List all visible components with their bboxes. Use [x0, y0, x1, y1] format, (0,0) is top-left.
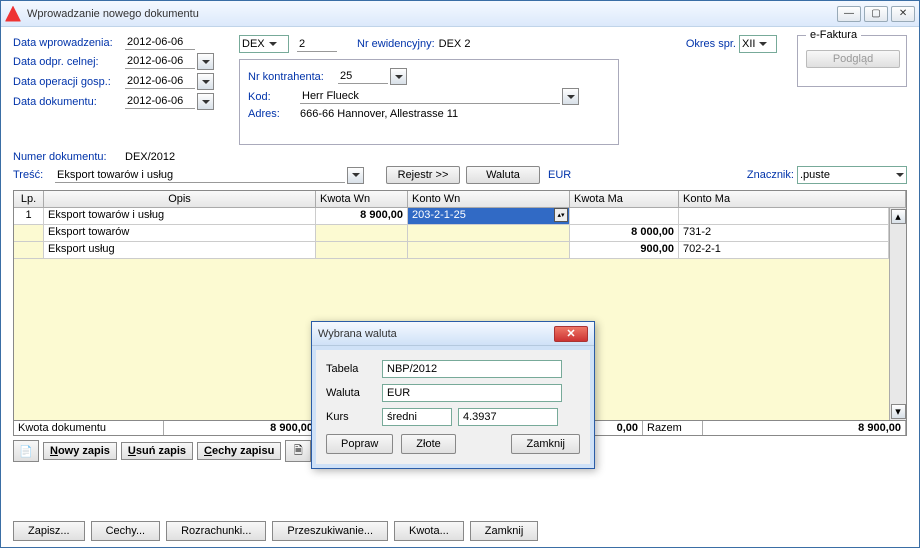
input-kurs-type[interactable]: średni — [382, 408, 452, 426]
btn-przeszukiwanie[interactable]: Przeszukiwanie... — [272, 521, 388, 541]
label-tabela: Tabela — [326, 363, 382, 375]
maximize-button[interactable]: ▢ — [864, 6, 888, 22]
value-kwota-dok: 8 900,00 — [164, 421, 318, 435]
value-numer-dok: DEX/2012 — [125, 151, 175, 163]
th-konto-ma: Konto Ma — [679, 191, 906, 207]
btn-cechy[interactable]: Cechy... — [91, 521, 161, 541]
btn-zamknij[interactable]: Zamknij — [470, 521, 539, 541]
btn-folder-icon[interactable]: 📄 — [13, 440, 39, 462]
input-tresc[interactable]: Eksport towarów i usług — [55, 168, 345, 183]
spinner-icon[interactable]: ▴▾ — [554, 208, 568, 222]
label-data-odpr: Data odpr. celnej: — [13, 56, 125, 68]
label-znacznik: Znacznik: — [747, 169, 794, 181]
table-row[interactable]: Eksport towarów 8 000,00 731-2 — [14, 225, 889, 242]
window-title: Wprowadzanie nowego dokumentu — [27, 8, 837, 20]
dropdown-data-odpr[interactable] — [197, 53, 214, 70]
btn-kwota[interactable]: Kwota... — [394, 521, 464, 541]
scrollbar[interactable]: ▴ ▾ — [889, 208, 906, 420]
btn-zapisz[interactable]: Zapisz... — [13, 521, 85, 541]
label-data-oper: Data operacji gosp.: — [13, 76, 125, 88]
btn-nowy-zapis[interactable]: Nowy zapis — [43, 442, 117, 460]
btn-zlote[interactable]: Złote — [401, 434, 455, 454]
btn-podglad[interactable]: Podgląd — [806, 50, 900, 68]
value-data-odpr[interactable]: 2012-06-06 — [125, 54, 195, 69]
label-kurs: Kurs — [326, 411, 382, 423]
label-kwota-dok: Kwota dokumentu — [14, 421, 164, 435]
label-tresc: Treść: — [13, 169, 55, 181]
input-waluta[interactable]: EUR — [382, 384, 562, 402]
scroll-up-icon[interactable]: ▴ — [891, 209, 906, 224]
select-znacznik[interactable]: .puste — [797, 166, 907, 184]
btn-doc-icon[interactable]: 🗎 — [285, 440, 311, 462]
popup-waluta: Wybrana waluta ✕ TabelaNBP/2012 WalutaEU… — [311, 321, 595, 469]
value-data-dok[interactable]: 2012-06-06 — [125, 94, 195, 109]
th-kma: Kwota Ma — [570, 191, 679, 207]
dropdown-data-oper[interactable] — [197, 73, 214, 90]
legend-efaktura: e-Faktura — [806, 29, 861, 41]
group-efaktura: e-Faktura Podgląd — [797, 35, 907, 87]
popup-title: Wybrana waluta — [318, 328, 554, 340]
th-opis: Opis — [44, 191, 316, 207]
dropdown-data-dok[interactable] — [197, 93, 214, 110]
content: Data wprowadzenia:2012-06-06 Data odpr. … — [1, 27, 919, 547]
cell-selected[interactable]: 203-2-1-25▴▾ — [408, 208, 570, 224]
label-data-dok: Data dokumentu: — [13, 96, 125, 108]
popup-titlebar: Wybrana waluta ✕ — [312, 322, 594, 346]
dropdown-tresc[interactable] — [347, 167, 364, 184]
label-okres: Okres spr. — [686, 38, 736, 50]
minimize-button[interactable]: — — [837, 6, 861, 22]
btn-usun-zapis[interactable]: Usuń zapis — [121, 442, 193, 460]
input-kod[interactable]: Herr Flueck — [300, 89, 560, 104]
table-row[interactable]: 1 Eksport towarów i usług 8 900,00 203-2… — [14, 208, 889, 225]
popup-close-button[interactable]: ✕ — [554, 326, 588, 342]
input-doc-seq[interactable]: 2 — [297, 37, 337, 52]
label-waluta: Waluta — [326, 387, 382, 399]
select-okres[interactable]: XII — [739, 35, 777, 53]
input-nr-kontr[interactable]: 25 — [338, 69, 388, 84]
th-lp: Lp. — [14, 191, 44, 207]
label-nr-ewid: Nr ewidencyjny: — [357, 38, 435, 50]
label-kod: Kod: — [248, 91, 300, 103]
btn-popraw[interactable]: Popraw — [326, 434, 393, 454]
table-header: Lp. Opis Kwota Wn Konto Wn Kwota Ma Kont… — [14, 191, 906, 208]
close-button[interactable]: ✕ — [891, 6, 915, 22]
label-adres: Adres: — [248, 108, 300, 120]
group-kontrahent: Nr kontrahenta:25 Kod:Herr Flueck Adres:… — [239, 59, 619, 145]
value-data-wprow[interactable]: 2012-06-06 — [125, 35, 195, 50]
btn-rozrachunki[interactable]: Rozrachunki... — [166, 521, 266, 541]
th-kwn: Kwota Wn — [316, 191, 408, 207]
window: Wprowadzanie nowego dokumentu — ▢ ✕ Data… — [0, 0, 920, 548]
value-adres: 666-66 Hannover, Allestrasse 11 — [300, 108, 458, 120]
label-data-wprow: Data wprowadzenia: — [13, 37, 125, 49]
label-razem: Razem — [643, 421, 703, 435]
value-data-oper[interactable]: 2012-06-06 — [125, 74, 195, 89]
btn-waluta[interactable]: Waluta — [466, 166, 540, 184]
dropdown-kod[interactable] — [562, 88, 579, 105]
value-razem: 8 900,00 — [703, 421, 906, 435]
dropdown-nr-kontr[interactable] — [390, 68, 407, 85]
th-konto-wn: Konto Wn — [408, 191, 570, 207]
select-doc-type[interactable]: DEX — [239, 35, 289, 53]
btn-cechy-zapisu[interactable]: Cechy zapisu — [197, 442, 281, 460]
value-nr-ewid: DEX 2 — [439, 38, 471, 50]
scroll-down-icon[interactable]: ▾ — [891, 404, 906, 419]
bottom-buttons: Zapisz... Cechy... Rozrachunki... Przesz… — [13, 521, 538, 541]
titlebar: Wprowadzanie nowego dokumentu — ▢ ✕ — [1, 1, 919, 27]
value-wal-code: EUR — [548, 169, 571, 181]
btn-popup-zamknij[interactable]: Zamknij — [511, 434, 580, 454]
app-icon — [5, 6, 21, 22]
label-nr-kontr: Nr kontrahenta: — [248, 71, 338, 83]
btn-rejestr[interactable]: Rejestr >> — [386, 166, 460, 184]
input-kurs-val[interactable]: 4.3937 — [458, 408, 558, 426]
table-row[interactable]: Eksport usług 900,00 702-2-1 — [14, 242, 889, 259]
input-tabela[interactable]: NBP/2012 — [382, 360, 562, 378]
label-numer-dok: Numer dokumentu: — [13, 151, 125, 163]
